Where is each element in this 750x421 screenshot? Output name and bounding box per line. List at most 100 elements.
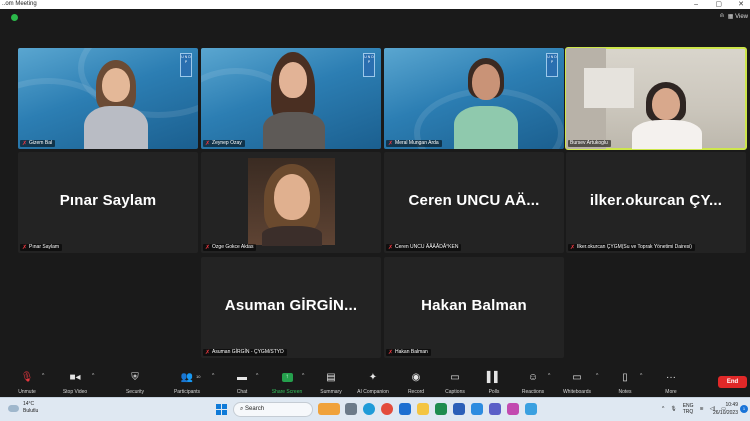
- video-tile[interactable]: Pınar Saylam ✗ Pınar Saylam: [18, 152, 198, 253]
- participants-options-caret[interactable]: ^: [212, 373, 214, 379]
- title-bar: ..om Meeting – ▢ ✕: [0, 0, 750, 9]
- participants-icon: 👥: [180, 372, 194, 383]
- video-tile-active-speaker[interactable]: Bursev Artukoglu: [565, 47, 747, 150]
- shield-icon: ⛨: [131, 372, 139, 383]
- security-button[interactable]: ⛨ Security: [112, 371, 158, 395]
- mic-muted-icon: ✗: [22, 244, 28, 251]
- participant-display-name: ilker.okurcan ÇY...: [589, 192, 723, 209]
- encryption-shield-icon[interactable]: [11, 14, 18, 21]
- participant-name-tag: ✗ Ceren UNCU ÄÅÄÂDÂ°KEN: [386, 244, 462, 251]
- mic-muted-icon: ✗: [205, 140, 211, 147]
- participant-display-name: Pınar Saylam: [59, 192, 157, 209]
- mic-muted-icon: ✗: [388, 244, 394, 251]
- taskbar-clock[interactable]: 10:49 26/10/2023: [713, 401, 738, 417]
- chrome-browser-icon[interactable]: [381, 403, 393, 415]
- sparkle-icon: ✦: [368, 372, 378, 383]
- minimize-button[interactable]: –: [694, 0, 698, 9]
- mic-muted-icon: ✗: [388, 349, 394, 356]
- video-tile[interactable]: U N D P ✗ Zeynep Ozay: [201, 48, 381, 149]
- wifi-icon[interactable]: ≋: [700, 406, 704, 412]
- speaker-icon[interactable]: ⍝: [720, 13, 724, 20]
- zoom-window: ..om Meeting – ▢ ✕ ⍝ ▦ View U N D P ✗ Giz…: [0, 0, 750, 421]
- participant-name-tag: Bursev Artukoglu: [568, 140, 611, 147]
- participant-name-tag: ✗ Gizem Bal: [20, 140, 56, 147]
- windows-taskbar: 14°C Bulutlu ⌕ Search ^ 🎙 ENG TRQ ≋ ◁) ▭ …: [0, 397, 750, 421]
- reactions-options-caret[interactable]: ^: [548, 373, 550, 379]
- video-options-caret[interactable]: ^: [92, 373, 94, 379]
- audio-options-caret[interactable]: ^: [42, 373, 44, 379]
- view-label: View: [735, 14, 748, 20]
- participant-display-name: Ceren UNCU AÄ...: [408, 192, 540, 209]
- participants-button[interactable]: 👥 Participants: [164, 371, 210, 395]
- summary-button[interactable]: ▤ Summary: [308, 371, 354, 395]
- undp-logo: U N D P: [546, 53, 558, 77]
- windows-start-icon[interactable]: [216, 404, 227, 415]
- whiteboards-options-caret[interactable]: ^: [596, 373, 598, 379]
- tray-overflow-chevron-icon[interactable]: ^: [662, 406, 664, 412]
- file-explorer-icon[interactable]: [345, 403, 357, 415]
- video-tile[interactable]: ✗ Ozge Gokce Aktas: [201, 152, 381, 253]
- mic-muted-icon: ✗: [570, 244, 576, 251]
- zoom-app-icon[interactable]: [471, 403, 483, 415]
- mic-tray-icon[interactable]: 🎙: [670, 406, 676, 412]
- participants-count: 10: [196, 374, 201, 379]
- language-indicator[interactable]: ENG TRQ: [683, 403, 694, 415]
- folder-icon[interactable]: [417, 403, 429, 415]
- mic-muted-icon: ✗: [205, 244, 211, 251]
- excel-icon[interactable]: [435, 403, 447, 415]
- view-button[interactable]: ▦ View: [728, 13, 748, 20]
- word-icon[interactable]: [453, 403, 465, 415]
- outlook-icon[interactable]: [399, 403, 411, 415]
- participant-name-tag: ✗ Ilker.okurcan ÇYGM(Su ve Toprak Yönetim…: [568, 244, 695, 251]
- participant-name-tag: ✗ Ozge Gokce Aktas: [203, 244, 257, 251]
- participant-name-tag: ✗ Hakan Balman: [386, 349, 431, 356]
- participant-name-tag: ✗ Meral Mungan Arda: [386, 140, 442, 147]
- close-button[interactable]: ✕: [738, 0, 744, 9]
- undp-logo: U N D P: [363, 53, 375, 77]
- notes-options-caret[interactable]: ^: [640, 373, 642, 379]
- participant-display-name: Hakan Balman: [421, 297, 527, 314]
- participant-name-tag: ✗ Asuman GİRGİN - ÇYGM/STYD: [203, 349, 287, 356]
- meeting-toolbar: 🎙 Unmute ^ ■◂ Stop Video ^ ⛨ Security 👥 Part…: [0, 368, 750, 397]
- cloud-icon: [8, 405, 19, 412]
- more-dots-icon: ···: [666, 372, 676, 383]
- taskbar-app-icon[interactable]: [318, 403, 340, 415]
- participant-video: [248, 158, 335, 246]
- weather-temp: 14°C: [23, 401, 35, 407]
- notification-badge[interactable]: 1: [740, 405, 748, 413]
- clock-date: 26/10/2023: [712, 410, 738, 416]
- taskbar-app-icon[interactable]: [507, 403, 519, 415]
- end-meeting-button[interactable]: End: [718, 376, 747, 388]
- chat-options-caret[interactable]: ^: [256, 373, 258, 379]
- restore-button[interactable]: ▢: [715, 0, 722, 9]
- whiteboard-icon: ▭: [572, 372, 582, 383]
- mic-muted-icon: ✗: [205, 349, 211, 356]
- edge-browser-icon[interactable]: [363, 403, 375, 415]
- participant-display-name: Asuman GİRGİN...: [224, 297, 358, 314]
- taskbar-app-icon[interactable]: [525, 403, 537, 415]
- teams-icon[interactable]: [489, 403, 501, 415]
- video-tile[interactable]: U N D P ✗ Meral Mungan Arda: [384, 48, 564, 149]
- share-options-caret[interactable]: ^: [302, 373, 304, 379]
- more-button[interactable]: ··· More: [648, 371, 694, 395]
- meeting-top-bar: ⍝ ▦ View: [0, 9, 750, 46]
- mic-muted-icon: ✗: [22, 140, 28, 147]
- participant-name-tag: ✗ Zeynep Ozay: [203, 140, 245, 147]
- share-screen-icon: ↑: [281, 372, 293, 382]
- weather-condition: Bulutlu: [23, 408, 39, 414]
- undp-logo: U N D P: [180, 53, 192, 77]
- whiteboards-button[interactable]: ▭ Whiteboards: [554, 371, 600, 395]
- ai-companion-button[interactable]: ✦ AI Companion: [350, 371, 396, 395]
- video-tile[interactable]: ilker.okurcan ÇY... ✗ Ilker.okurcan ÇYGM(…: [566, 152, 746, 253]
- video-tile[interactable]: Asuman GİRGİN... ✗ Asuman GİRGİN - ÇYGM/S…: [201, 257, 381, 358]
- video-tile[interactable]: Ceren UNCU AÄ... ✗ Ceren UNCU ÄÅÄÂDÂ°KEN: [384, 152, 564, 253]
- mic-muted-icon: ✗: [388, 140, 394, 147]
- video-tile[interactable]: U N D P ✗ Gizem Bal: [18, 48, 198, 149]
- video-tile[interactable]: Hakan Balman ✗ Hakan Balman: [384, 257, 564, 358]
- clock-time: 10:49: [725, 402, 738, 408]
- taskbar-search-input[interactable]: ⌕ Search: [233, 402, 313, 417]
- window-title: ..om Meeting: [2, 1, 37, 7]
- weather-widget[interactable]: 14°C Bulutlu: [8, 401, 38, 415]
- summary-icon: ▤: [326, 372, 336, 383]
- grid-icon: ▦: [727, 14, 734, 20]
